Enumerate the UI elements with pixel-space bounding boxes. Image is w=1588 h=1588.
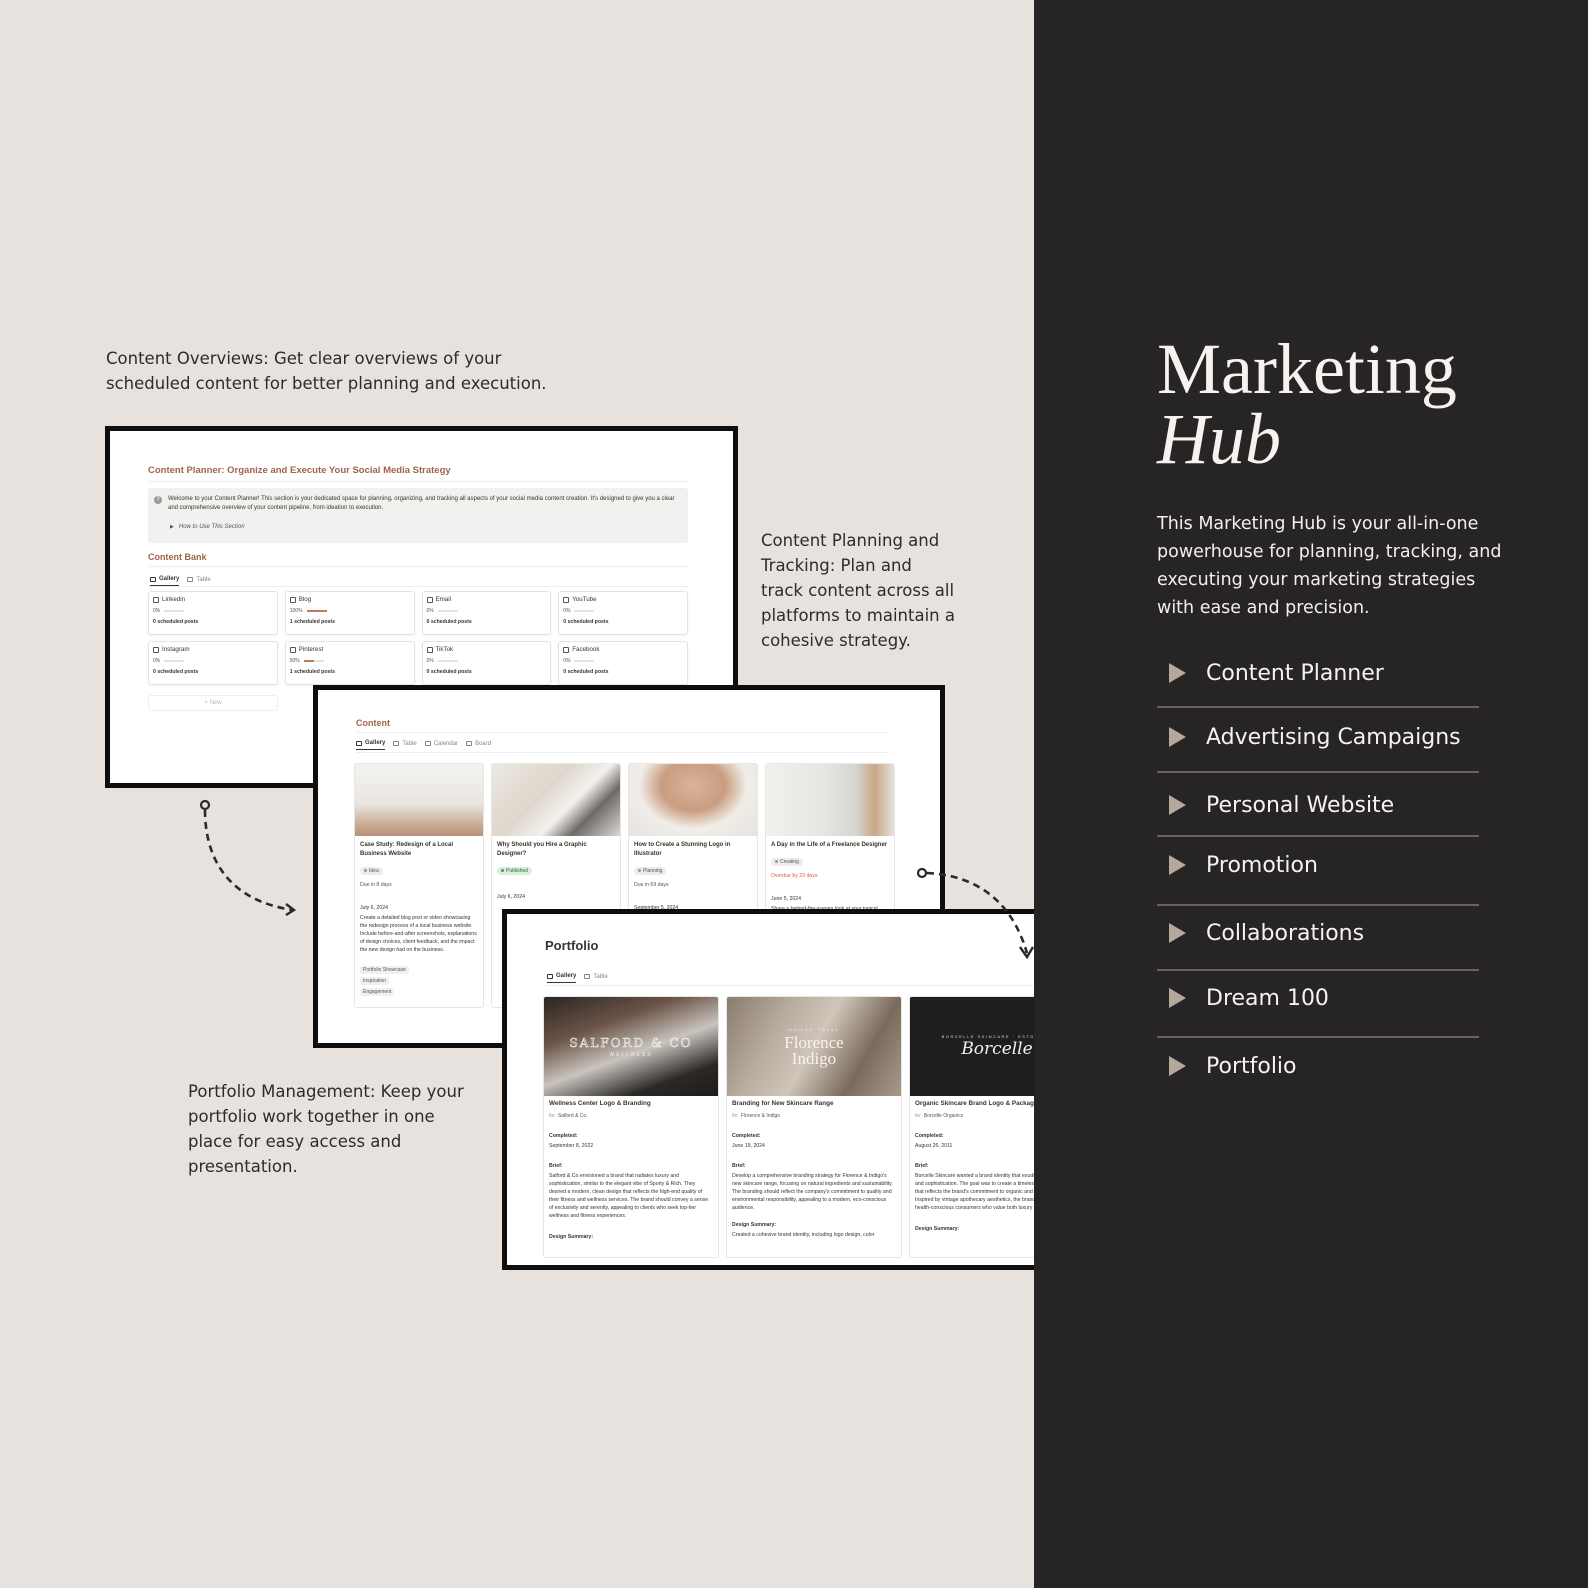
portfolio-title: Portfolio (545, 938, 599, 953)
hub-description: This Marketing Hub is your all-in-one po… (1157, 514, 1502, 618)
status-badge: Planning (634, 867, 667, 875)
portfolio-tabs: Gallery Table (547, 973, 608, 983)
youtube-icon (563, 596, 570, 603)
menu-item-promotion[interactable]: Promotion (1157, 832, 1479, 898)
info-icon: ? (154, 496, 162, 504)
tab-gallery[interactable]: Gallery (356, 740, 386, 750)
portfolio-card[interactable]: DALLAS, TEXAS Florence Indigo Branding f… (726, 996, 902, 1258)
content-tabs: Gallery Table Calendar Board (356, 740, 491, 750)
platform-card-email[interactable]: Email 0% 0 scheduled posts (421, 591, 552, 635)
gallery-icon (356, 740, 362, 746)
triangle-right-icon (1169, 727, 1186, 747)
callout-text: Welcome to your Content Planner! This se… (168, 496, 675, 511)
platform-card-tiktok[interactable]: TikTok 0% 0 scheduled posts (421, 641, 552, 685)
caption-content-overviews: Content Overviews: Get clear overviews o… (106, 349, 547, 393)
info-callout: ? Welcome to your Content Planner! This … (148, 488, 688, 543)
divider (148, 481, 688, 482)
card-cover-image: SALFORD & CO WELLNESS (544, 997, 718, 1096)
progress-bar (574, 610, 595, 612)
table-icon (187, 577, 194, 582)
tab-table[interactable]: Table (187, 576, 211, 586)
progress-bar (437, 660, 458, 662)
progress-bar (164, 610, 185, 612)
portfolio-gallery: SALFORD & CO WELLNESS Wellness Center Lo… (543, 996, 1085, 1258)
hub-title: Marketing Hub (1157, 329, 1457, 479)
platform-card-instagram[interactable]: Instagram 0% 0 scheduled posts (148, 641, 278, 685)
toggle-triangle-icon: ▶ (170, 524, 174, 530)
content-title: Content (356, 718, 390, 728)
caption-portfolio-management: Portfolio Management: Keep your portfoli… (188, 1082, 464, 1176)
caption-content-planning: Content Planning and Tracking: Plan and … (761, 531, 955, 650)
calendar-icon (424, 741, 431, 746)
tab-calendar[interactable]: Calendar (424, 740, 458, 750)
portfolio-card[interactable]: SALFORD & CO WELLNESS Wellness Center Lo… (543, 996, 719, 1258)
divider (356, 752, 888, 753)
linkedin-icon (153, 596, 159, 603)
tag: Engagement (360, 988, 395, 996)
toggle-label: How to Use This Section (178, 524, 245, 530)
triangle-right-icon (1169, 923, 1186, 943)
menu-item-advertising-campaigns[interactable]: Advertising Campaigns (1157, 704, 1479, 770)
card-cover-image (766, 764, 894, 836)
menu-item-collaborations[interactable]: Collaborations (1157, 900, 1479, 966)
platform-card-youtube[interactable]: YouTube 0% 0 scheduled posts (558, 591, 688, 635)
triangle-right-icon (1169, 795, 1186, 815)
platform-card-linkedin[interactable]: Linkedin 0% 0 scheduled posts (148, 591, 278, 635)
card-cover-image (355, 764, 483, 836)
triangle-right-icon (1169, 855, 1186, 875)
tab-gallery[interactable]: Gallery (547, 973, 577, 983)
platform-card-pinterest[interactable]: Pinterest 50% 1 scheduled posts (284, 641, 415, 685)
content-planner-title: Content Planner: Organize and Execute Yo… (148, 465, 451, 476)
progress-bar (574, 660, 595, 662)
instagram-icon (153, 646, 159, 653)
triangle-right-icon (1169, 663, 1186, 683)
divider (148, 566, 688, 567)
card-cover-image (629, 764, 757, 836)
divider (148, 586, 688, 587)
triangle-right-icon (1169, 988, 1186, 1008)
content-card[interactable]: Case Study: Redesign of a Local Business… (354, 763, 484, 1008)
menu-item-dream-100[interactable]: Dream 100 (1157, 965, 1479, 1031)
progress-bar (437, 610, 458, 612)
card-cover-image (492, 764, 620, 836)
divider (545, 985, 1077, 986)
tiktok-icon (426, 646, 433, 653)
edit-icon (289, 596, 296, 603)
facebook-icon (563, 646, 570, 653)
content-bank-heading: Content Bank (148, 552, 207, 562)
menu-item-personal-website[interactable]: Personal Website (1157, 772, 1479, 838)
board-icon (466, 741, 473, 746)
status-badge: Creating (771, 858, 803, 866)
progress-bar (306, 610, 327, 612)
pinterest-icon (289, 646, 296, 653)
gallery-icon (547, 973, 553, 979)
status-badge: Published (497, 867, 532, 875)
menu-item-content-planner[interactable]: Content Planner (1157, 640, 1479, 706)
tab-board[interactable]: Board (466, 740, 491, 750)
tag: Portfolio Showcase (360, 966, 409, 974)
triangle-right-icon (1169, 1056, 1186, 1076)
progress-bar (164, 660, 185, 662)
tab-table[interactable]: Table (584, 973, 608, 983)
tab-table[interactable]: Table (393, 740, 417, 750)
card-cover-image: DALLAS, TEXAS Florence Indigo (727, 997, 901, 1096)
divider (356, 732, 888, 733)
platform-card-facebook[interactable]: Facebook 0% 0 scheduled posts (558, 641, 688, 685)
table-icon (584, 974, 591, 979)
content-bank-tabs: Gallery Table (150, 576, 211, 586)
tab-gallery[interactable]: Gallery (150, 576, 180, 586)
progress-bar (303, 660, 324, 662)
gallery-icon (150, 576, 156, 582)
dashed-arrow-icon (916, 867, 1035, 960)
tag: Inspiration (360, 977, 390, 985)
platform-card-blog[interactable]: Blog 100% 1 scheduled posts (284, 591, 415, 635)
status-badge: Idea (360, 867, 383, 875)
dashed-arrow-icon (199, 799, 297, 917)
send-icon (426, 596, 433, 603)
how-to-use-toggle[interactable]: ▶ How to Use This Section (170, 524, 245, 530)
menu-item-portfolio[interactable]: Portfolio (1157, 1033, 1479, 1099)
platform-grid: Linkedin 0% 0 scheduled posts Blog 100% 1 sc… (148, 591, 688, 685)
table-icon (393, 741, 400, 746)
new-button[interactable]: + New (148, 695, 278, 711)
